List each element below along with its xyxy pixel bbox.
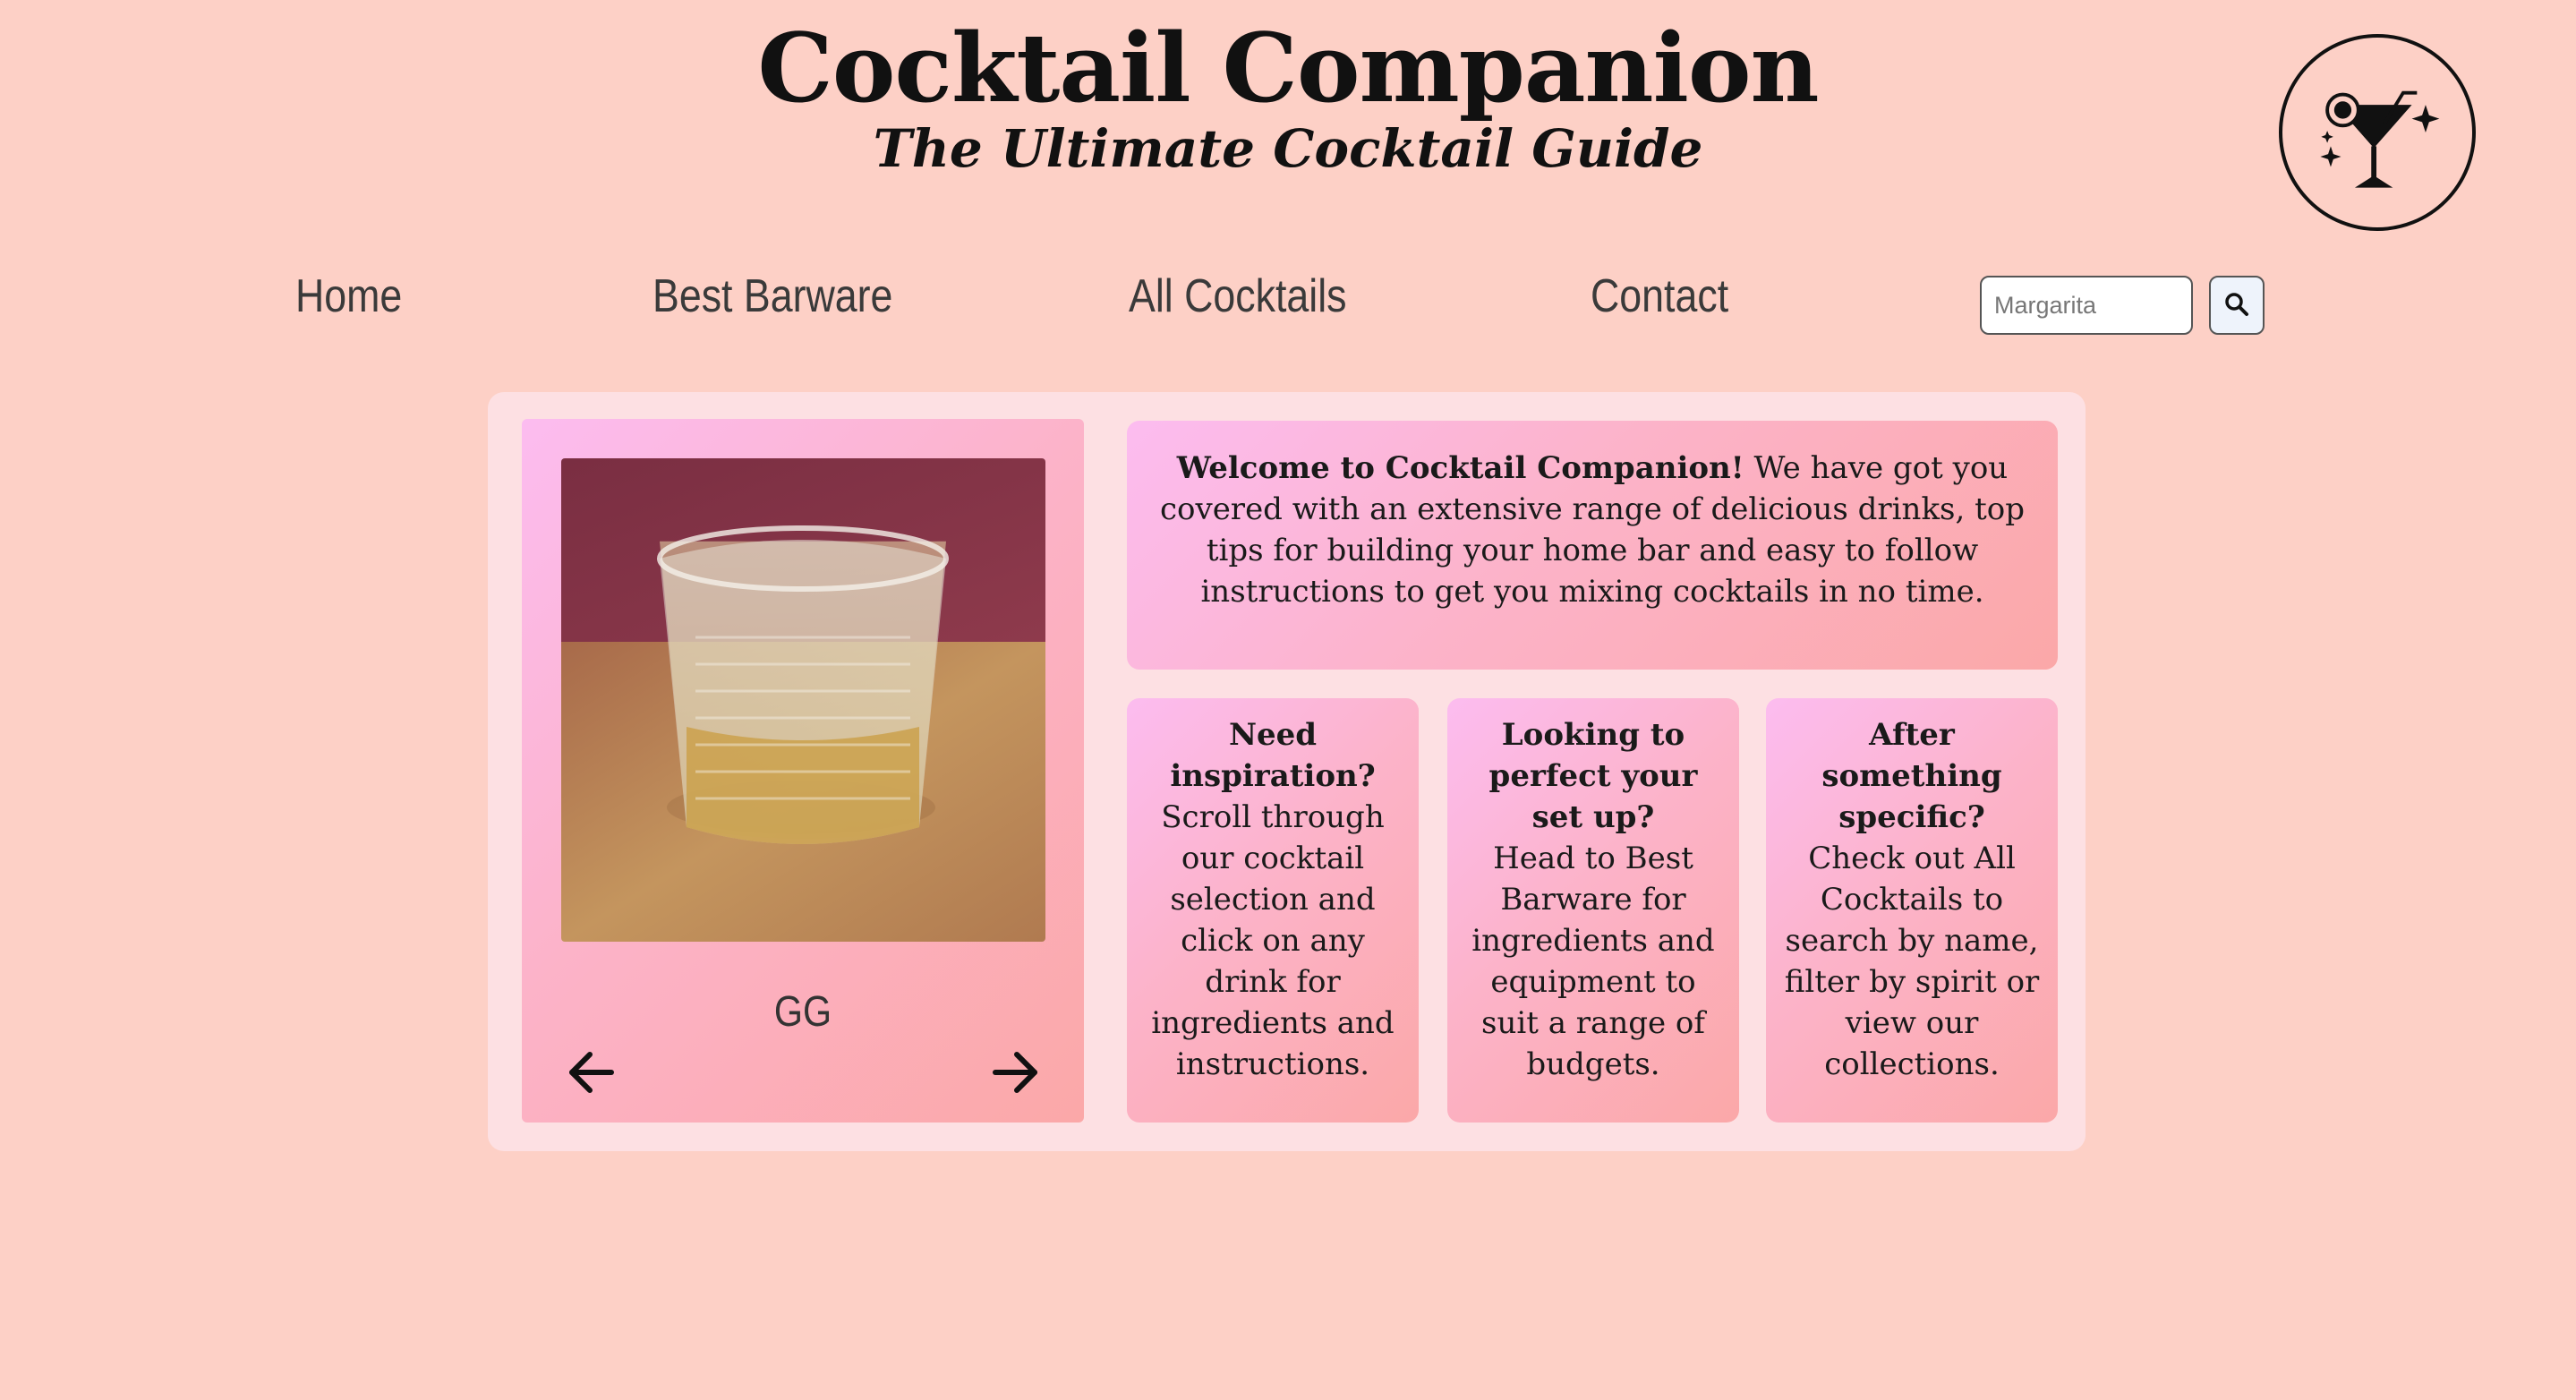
- carousel-next-button[interactable]: [988, 1047, 1042, 1097]
- search-input[interactable]: [1980, 276, 2193, 335]
- nav-home[interactable]: Home: [295, 269, 402, 324]
- info-card-body: Head to Best Barware for ingredients and…: [1471, 841, 1715, 1082]
- drink-name[interactable]: GG: [561, 986, 1045, 1038]
- drink-photo[interactable]: [561, 458, 1045, 942]
- carousel-prev-button[interactable]: [565, 1047, 618, 1097]
- site-title: Cocktail Companion: [757, 12, 1819, 124]
- welcome-lead: Welcome to Cocktail Companion!: [1176, 450, 1744, 486]
- site-subtitle: The Ultimate Cocktail Guide: [873, 118, 1703, 179]
- info-card-heading: Looking to perfect your set up?: [1488, 717, 1698, 835]
- info-card-heading: Need inspiration?: [1170, 717, 1376, 794]
- arrow-left-icon: [565, 1052, 618, 1100]
- search-icon: [2224, 292, 2249, 320]
- info-card-body: Scroll through our cocktail selection an…: [1151, 799, 1395, 1082]
- info-card-inspiration-text: Need inspiration? Scroll through our cock…: [1139, 714, 1406, 1085]
- welcome-text: Welcome to Cocktail Companion! We have g…: [1155, 448, 2030, 612]
- nav-all-cocktails[interactable]: All Cocktails: [1129, 269, 1347, 324]
- info-card-heading: After something specific?: [1821, 717, 2002, 835]
- info-card-setup-text: Looking to perfect your set up? Head to B…: [1460, 714, 1727, 1085]
- nav-best-barware[interactable]: Best Barware: [653, 269, 892, 324]
- arrow-right-icon: [988, 1052, 1042, 1100]
- cocktail-glass-icon[interactable]: [2279, 34, 2476, 231]
- nav-contact[interactable]: Contact: [1591, 269, 1728, 324]
- info-card-body: Check out All Cocktails to search by nam…: [1784, 841, 2040, 1082]
- search-button[interactable]: [2209, 276, 2265, 335]
- info-card-specific-text: After something specific? Check out All C…: [1778, 714, 2045, 1085]
